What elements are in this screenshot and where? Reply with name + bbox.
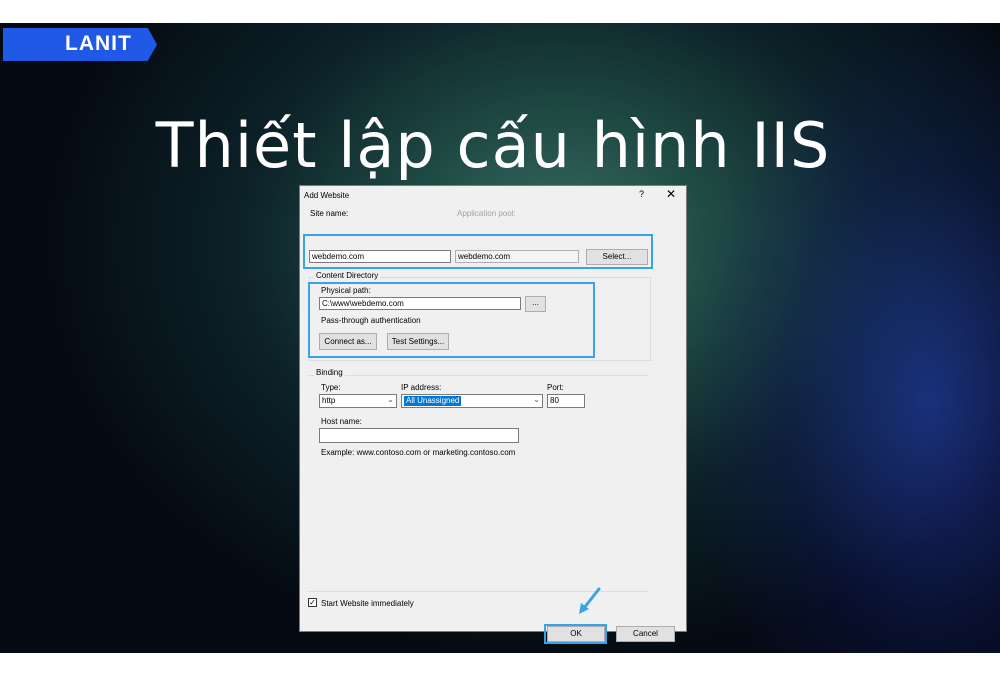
chevron-down-icon: ⌄: [533, 395, 540, 404]
chevron-down-icon: ⌄: [387, 395, 394, 404]
binding-group: [309, 375, 649, 377]
start-website-checkbox[interactable]: ✓: [308, 598, 317, 607]
port-input[interactable]: 80: [547, 394, 585, 408]
slide-title: Thiết lập cấu hình IIS: [155, 109, 831, 182]
type-select[interactable]: http ⌄: [319, 394, 397, 408]
ip-address-select[interactable]: All Unassigned ⌄: [401, 394, 543, 408]
content-directory-label: Content Directory: [314, 271, 381, 280]
ok-button-highlight: [544, 624, 607, 644]
cancel-button[interactable]: Cancel: [616, 626, 675, 642]
type-label: Type:: [321, 383, 341, 392]
start-website-label: Start Website immediately: [321, 599, 414, 608]
binding-label: Binding: [314, 368, 345, 377]
host-name-input[interactable]: [319, 428, 519, 443]
logo-text: LANIT: [65, 32, 132, 55]
app-pool-label: Application pool:: [457, 209, 516, 218]
content-directory-highlight: [308, 282, 595, 358]
help-button[interactable]: ?: [639, 189, 644, 199]
pointer-arrow-icon: [579, 587, 601, 614]
ip-address-label: IP address:: [401, 383, 442, 392]
host-name-label: Host name:: [321, 417, 362, 426]
host-name-example: Example: www.contoso.com or marketing.co…: [321, 448, 516, 457]
ip-address-value: All Unassigned: [404, 396, 462, 406]
site-name-highlight: [303, 234, 653, 269]
site-name-label: Site name:: [310, 209, 349, 218]
dialog-title: Add Website: [304, 191, 350, 200]
lanit-logo: LANIT: [3, 28, 157, 61]
close-icon[interactable]: ✕: [666, 187, 676, 201]
add-website-dialog: Add Website ? ✕ Site name: webdemo.com A…: [299, 185, 687, 644]
port-label: Port:: [547, 383, 564, 392]
type-value: http: [322, 396, 336, 405]
